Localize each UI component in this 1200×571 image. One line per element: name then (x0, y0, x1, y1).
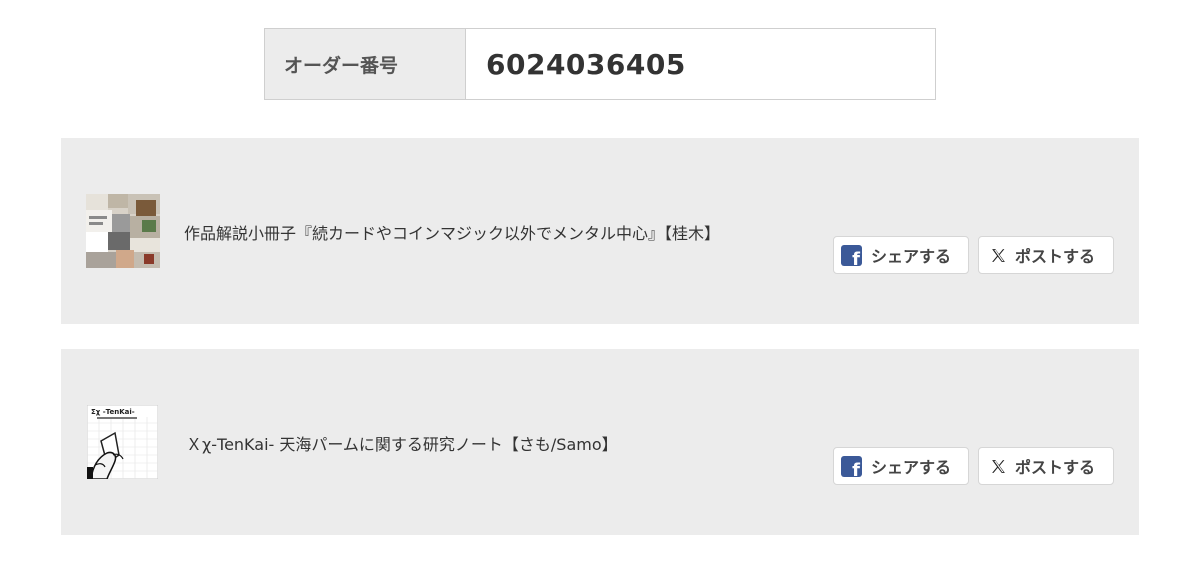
post-button-label: ポストする (1015, 247, 1096, 266)
order-number-value: 6024036405 (486, 47, 686, 81)
product-thumbnail[interactable] (86, 194, 160, 268)
facebook-icon (841, 244, 862, 266)
product-card: 作品解説小冊子『続カードやコインマジック以外でメンタル中心』【桂木】 シェアする… (61, 138, 1139, 324)
order-number-table: オーダー番号 6024036405 (264, 28, 936, 100)
facebook-share-button[interactable]: シェアする (833, 447, 969, 485)
product-card: Σχ -TenKai- Ｘχ-TenKai- 天海パームに関する研究ノート【さも… (61, 349, 1139, 535)
product-title[interactable]: 作品解説小冊子『続カードやコインマジック以外でメンタル中心』【桂木】 (184, 220, 720, 244)
x-logo-icon (989, 457, 1007, 475)
product-title[interactable]: Ｘχ-TenKai- 天海パームに関する研究ノート【さも/Samo】 (186, 431, 618, 455)
post-button-label: ポストする (1015, 458, 1096, 477)
notebook-cover-thumbnail-icon: Σχ -TenKai- (87, 405, 158, 479)
order-number-label: オーダー番号 (265, 29, 466, 99)
facebook-icon (841, 455, 862, 477)
product-thumbnail[interactable]: Σχ -TenKai- (87, 405, 158, 479)
x-logo-icon (989, 246, 1007, 264)
svg-text:Σχ -TenKai-: Σχ -TenKai- (91, 408, 135, 416)
share-button-label: シェアする (871, 247, 952, 266)
facebook-share-button[interactable]: シェアする (833, 236, 969, 274)
x-post-button[interactable]: ポストする (978, 447, 1114, 485)
share-button-label: シェアする (871, 458, 952, 477)
booklet-cover-thumbnail-icon (86, 194, 160, 268)
x-post-button[interactable]: ポストする (978, 236, 1114, 274)
